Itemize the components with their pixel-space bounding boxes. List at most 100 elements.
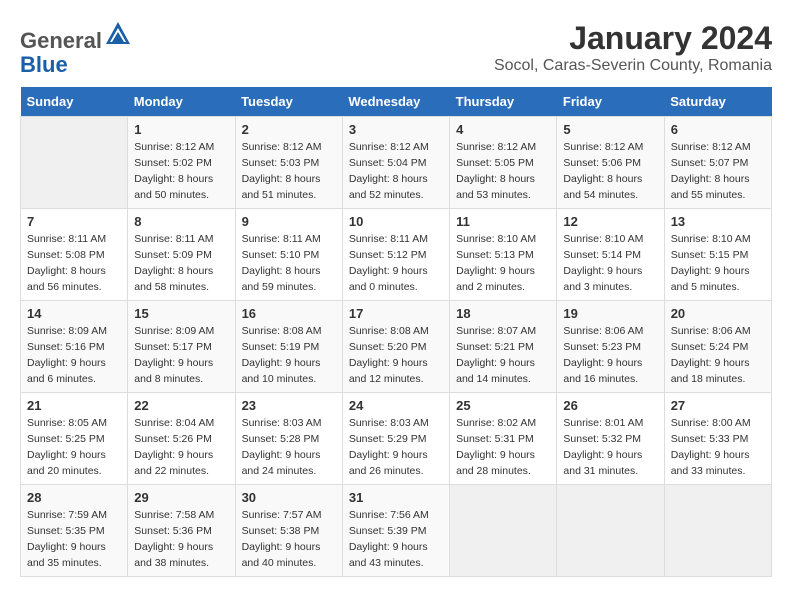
day-number: 31	[349, 490, 443, 505]
day-number: 26	[563, 398, 657, 413]
weekday-header-wednesday: Wednesday	[342, 87, 449, 117]
day-info: Sunrise: 8:02 AMSunset: 5:31 PMDaylight:…	[456, 416, 550, 479]
day-number: 6	[671, 122, 765, 137]
day-info: Sunrise: 8:03 AMSunset: 5:28 PMDaylight:…	[242, 416, 336, 479]
day-info: Sunrise: 7:57 AMSunset: 5:38 PMDaylight:…	[242, 508, 336, 571]
calendar-cell: 15Sunrise: 8:09 AMSunset: 5:17 PMDayligh…	[128, 301, 235, 393]
day-info: Sunrise: 8:06 AMSunset: 5:24 PMDaylight:…	[671, 324, 765, 387]
weekday-header-row: SundayMondayTuesdayWednesdayThursdayFrid…	[21, 87, 772, 117]
calendar-cell: 11 Sunrise: 8:10 AMSunset: 5:13 PMDayligh…	[450, 209, 557, 301]
calendar-cell	[557, 485, 664, 577]
logo-blue-text: Blue	[20, 52, 68, 77]
calendar-cell: 26Sunrise: 8:01 AMSunset: 5:32 PMDayligh…	[557, 393, 664, 485]
day-number: 16	[242, 306, 336, 321]
day-number: 20	[671, 306, 765, 321]
day-info: Sunrise: 8:00 AMSunset: 5:33 PMDaylight:…	[671, 416, 765, 479]
calendar-cell: 24 Sunrise: 8:03 AMSunset: 5:29 PMDayligh…	[342, 393, 449, 485]
day-number: 2	[242, 122, 336, 137]
calendar-cell: 17 Sunrise: 8:08 AMSunset: 5:20 PMDayligh…	[342, 301, 449, 393]
weekday-header-sunday: Sunday	[21, 87, 128, 117]
title-section: January 2024 Socol, Caras-Severin County…	[494, 20, 772, 75]
day-info: Sunrise: 8:12 AMSunset: 5:06 PMDaylight:…	[563, 140, 657, 203]
logo-icon	[104, 20, 132, 48]
calendar-cell: 5Sunrise: 8:12 AMSunset: 5:06 PMDaylight…	[557, 117, 664, 209]
calendar-cell: 27 Sunrise: 8:00 AMSunset: 5:33 PMDayligh…	[664, 393, 771, 485]
day-number: 24	[349, 398, 443, 413]
calendar-cell: 25 Sunrise: 8:02 AMSunset: 5:31 PMDayligh…	[450, 393, 557, 485]
day-info: Sunrise: 8:08 AMSunset: 5:19 PMDaylight:…	[242, 324, 336, 387]
day-info: Sunrise: 8:07 AMSunset: 5:21 PMDaylight:…	[456, 324, 550, 387]
day-number: 1	[134, 122, 228, 137]
page-header: General Blue January 2024 Socol, Caras-S…	[20, 20, 772, 77]
calendar-cell: 10Sunrise: 8:11 AMSunset: 5:12 PMDayligh…	[342, 209, 449, 301]
calendar-cell: 21 Sunrise: 8:05 AMSunset: 5:25 PMDayligh…	[21, 393, 128, 485]
calendar-cell: 6Sunrise: 8:12 AMSunset: 5:07 PMDaylight…	[664, 117, 771, 209]
week-row-2: 7 Sunrise: 8:11 AMSunset: 5:08 PMDaylight…	[21, 209, 772, 301]
day-number: 21	[27, 398, 121, 413]
calendar-cell: 12 Sunrise: 8:10 AMSunset: 5:14 PMDayligh…	[557, 209, 664, 301]
day-info: Sunrise: 8:04 AMSunset: 5:26 PMDaylight:…	[134, 416, 228, 479]
week-row-5: 28Sunrise: 7:59 AMSunset: 5:35 PMDayligh…	[21, 485, 772, 577]
day-number: 29	[134, 490, 228, 505]
day-info: Sunrise: 8:09 AMSunset: 5:17 PMDaylight:…	[134, 324, 228, 387]
day-info: Sunrise: 8:10 AMSunset: 5:15 PMDaylight:…	[671, 232, 765, 295]
calendar-cell	[450, 485, 557, 577]
calendar-cell: 22 Sunrise: 8:04 AMSunset: 5:26 PMDayligh…	[128, 393, 235, 485]
location-title: Socol, Caras-Severin County, Romania	[494, 57, 772, 75]
day-number: 17	[349, 306, 443, 321]
calendar-cell: 30Sunrise: 7:57 AMSunset: 5:38 PMDayligh…	[235, 485, 342, 577]
calendar-cell	[21, 117, 128, 209]
calendar-cell: 13 Sunrise: 8:10 AMSunset: 5:15 PMDayligh…	[664, 209, 771, 301]
calendar-cell: 29 Sunrise: 7:58 AMSunset: 5:36 PMDayligh…	[128, 485, 235, 577]
day-info: Sunrise: 8:11 AMSunset: 5:08 PMDaylight:…	[27, 232, 121, 295]
week-row-3: 14 Sunrise: 8:09 AMSunset: 5:16 PMDayligh…	[21, 301, 772, 393]
calendar-cell: 19Sunrise: 8:06 AMSunset: 5:23 PMDayligh…	[557, 301, 664, 393]
day-number: 27	[671, 398, 765, 413]
calendar-cell: 2 Sunrise: 8:12 AMSunset: 5:03 PMDaylight…	[235, 117, 342, 209]
weekday-header-tuesday: Tuesday	[235, 87, 342, 117]
day-number: 3	[349, 122, 443, 137]
calendar-cell: 9Sunrise: 8:11 AMSunset: 5:10 PMDaylight…	[235, 209, 342, 301]
day-info: Sunrise: 8:03 AMSunset: 5:29 PMDaylight:…	[349, 416, 443, 479]
weekday-header-saturday: Saturday	[664, 87, 771, 117]
day-number: 10	[349, 214, 443, 229]
day-info: Sunrise: 8:12 AMSunset: 5:05 PMDaylight:…	[456, 140, 550, 203]
day-number: 11	[456, 214, 550, 229]
day-info: Sunrise: 8:06 AMSunset: 5:23 PMDaylight:…	[563, 324, 657, 387]
day-info: Sunrise: 8:10 AMSunset: 5:13 PMDaylight:…	[456, 232, 550, 295]
calendar-cell: 20 Sunrise: 8:06 AMSunset: 5:24 PMDayligh…	[664, 301, 771, 393]
calendar-cell: 23Sunrise: 8:03 AMSunset: 5:28 PMDayligh…	[235, 393, 342, 485]
day-info: Sunrise: 7:58 AMSunset: 5:36 PMDaylight:…	[134, 508, 228, 571]
day-number: 9	[242, 214, 336, 229]
calendar-cell: 4Sunrise: 8:12 AMSunset: 5:05 PMDaylight…	[450, 117, 557, 209]
day-info: Sunrise: 8:12 AMSunset: 5:04 PMDaylight:…	[349, 140, 443, 203]
day-number: 25	[456, 398, 550, 413]
week-row-1: 1 Sunrise: 8:12 AMSunset: 5:02 PMDaylight…	[21, 117, 772, 209]
calendar-cell: 16 Sunrise: 8:08 AMSunset: 5:19 PMDayligh…	[235, 301, 342, 393]
day-number: 22	[134, 398, 228, 413]
calendar-cell: 3 Sunrise: 8:12 AMSunset: 5:04 PMDaylight…	[342, 117, 449, 209]
weekday-header-thursday: Thursday	[450, 87, 557, 117]
day-info: Sunrise: 8:12 AMSunset: 5:02 PMDaylight:…	[134, 140, 228, 203]
day-info: Sunrise: 8:11 AMSunset: 5:09 PMDaylight:…	[134, 232, 228, 295]
calendar-cell: 7 Sunrise: 8:11 AMSunset: 5:08 PMDaylight…	[21, 209, 128, 301]
day-number: 18	[456, 306, 550, 321]
day-info: Sunrise: 8:09 AMSunset: 5:16 PMDaylight:…	[27, 324, 121, 387]
calendar-table: SundayMondayTuesdayWednesdayThursdayFrid…	[20, 87, 772, 577]
day-number: 13	[671, 214, 765, 229]
day-info: Sunrise: 8:12 AMSunset: 5:03 PMDaylight:…	[242, 140, 336, 203]
day-info: Sunrise: 8:08 AMSunset: 5:20 PMDaylight:…	[349, 324, 443, 387]
day-number: 14	[27, 306, 121, 321]
day-number: 12	[563, 214, 657, 229]
day-number: 7	[27, 214, 121, 229]
weekday-header-monday: Monday	[128, 87, 235, 117]
day-info: Sunrise: 8:10 AMSunset: 5:14 PMDaylight:…	[563, 232, 657, 295]
weekday-header-friday: Friday	[557, 87, 664, 117]
day-info: Sunrise: 7:59 AMSunset: 5:35 PMDaylight:…	[27, 508, 121, 571]
week-row-4: 21 Sunrise: 8:05 AMSunset: 5:25 PMDayligh…	[21, 393, 772, 485]
calendar-cell: 18 Sunrise: 8:07 AMSunset: 5:21 PMDayligh…	[450, 301, 557, 393]
month-title: January 2024	[494, 20, 772, 57]
day-info: Sunrise: 8:05 AMSunset: 5:25 PMDaylight:…	[27, 416, 121, 479]
calendar-cell	[664, 485, 771, 577]
logo-general-text: General	[20, 28, 102, 53]
